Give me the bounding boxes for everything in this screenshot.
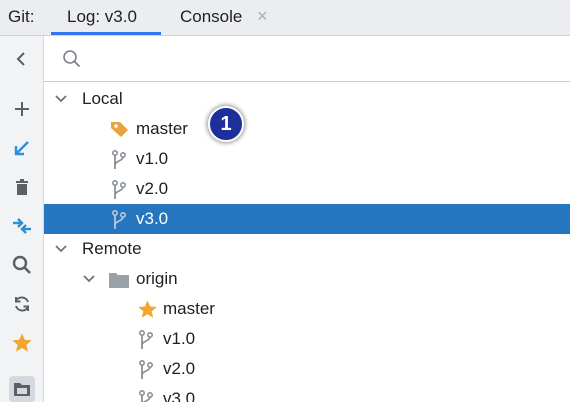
tool-window-tabbar: Git: Log: v3.0 Console × xyxy=(0,0,570,36)
branches-tree: Local master v1.0 v2.0 v3.0 Remote origi… xyxy=(44,84,570,402)
remote-branch-v3[interactable]: v3.0 xyxy=(44,384,570,402)
update-selected-button[interactable] xyxy=(9,135,35,161)
search-icon xyxy=(12,255,31,274)
compare-branches-button[interactable] xyxy=(9,213,35,239)
folder-icon xyxy=(14,383,30,396)
trash-icon xyxy=(16,179,28,195)
branch-label: v3.0 xyxy=(163,389,196,402)
delete-branch-button[interactable] xyxy=(9,174,35,200)
branch-icon xyxy=(112,210,126,229)
tag-icon xyxy=(111,122,128,137)
close-icon[interactable]: × xyxy=(257,6,268,27)
search-icon xyxy=(63,50,81,68)
refresh-icon xyxy=(15,296,29,312)
star-icon xyxy=(12,333,32,352)
tree-node-label: origin xyxy=(136,269,178,288)
group-by-repository-button[interactable] xyxy=(9,376,35,402)
tab-log[interactable]: Log: v3.0 xyxy=(67,7,137,27)
local-branch-master[interactable]: master xyxy=(44,114,570,144)
compare-arrows-icon xyxy=(13,218,31,234)
tree-node-origin[interactable]: origin xyxy=(44,264,570,294)
local-branch-v2[interactable]: v2.0 xyxy=(44,174,570,204)
folder-icon xyxy=(109,273,129,288)
branch-icon xyxy=(139,360,153,379)
branches-toolbar xyxy=(0,36,44,402)
checkout-arrow-icon xyxy=(14,141,29,156)
tree-node-remote[interactable]: Remote xyxy=(44,234,570,264)
branch-label: master xyxy=(136,119,188,138)
local-branch-v1[interactable]: v1.0 xyxy=(44,144,570,174)
collapse-panel-button[interactable] xyxy=(9,46,35,72)
branch-icon xyxy=(112,180,126,199)
branch-icon xyxy=(139,330,153,349)
branch-label: v2.0 xyxy=(136,179,169,198)
chevron-down-icon xyxy=(83,275,95,283)
branch-search-input[interactable] xyxy=(90,44,554,74)
chevron-down-icon xyxy=(55,95,67,103)
branch-label: v1.0 xyxy=(136,149,169,168)
tree-node-label: Local xyxy=(82,89,123,108)
plus-icon xyxy=(15,102,29,116)
branch-icon xyxy=(112,150,126,169)
tab-console[interactable]: Console xyxy=(180,7,242,27)
remote-branch-v2[interactable]: v2.0 xyxy=(44,354,570,384)
star-icon xyxy=(138,300,157,318)
tree-node-local[interactable]: Local xyxy=(44,84,570,114)
mark-favorite-button[interactable] xyxy=(9,330,35,356)
fetch-button[interactable] xyxy=(9,291,35,317)
search-branches-button[interactable] xyxy=(9,252,35,278)
chevron-left-icon xyxy=(16,52,25,66)
callout-badge: 1 xyxy=(208,106,244,142)
branch-label: v3.0 xyxy=(136,209,169,228)
remote-branch-master[interactable]: master xyxy=(44,294,570,324)
branch-label: master xyxy=(163,299,215,318)
chevron-down-icon xyxy=(55,245,67,253)
remote-branch-v1[interactable]: v1.0 xyxy=(44,324,570,354)
tree-node-label: Remote xyxy=(82,239,142,258)
branch-label: v2.0 xyxy=(163,359,196,378)
local-branch-v3[interactable]: v3.0 xyxy=(44,204,570,234)
active-tab-indicator xyxy=(51,32,161,35)
branch-icon xyxy=(139,390,153,402)
branch-search-bar xyxy=(44,36,570,82)
new-branch-button[interactable] xyxy=(9,96,35,122)
branch-label: v1.0 xyxy=(163,329,196,348)
tabbar-prefix: Git: xyxy=(8,7,35,26)
